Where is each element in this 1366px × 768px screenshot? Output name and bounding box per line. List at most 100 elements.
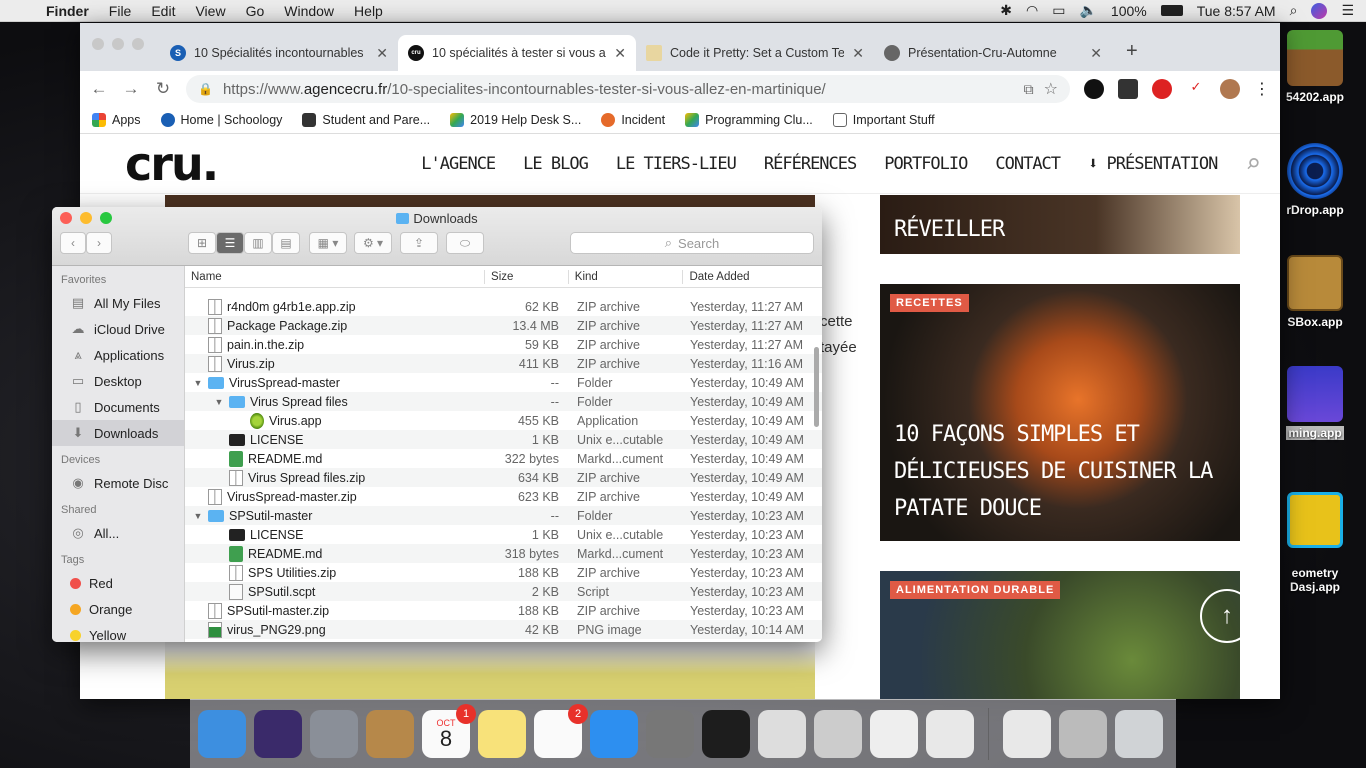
sidebar-item-icloud-drive[interactable]: ☁ iCloud Drive bbox=[52, 316, 184, 342]
cover-flow-button[interactable]: ▤ bbox=[272, 232, 300, 254]
bookmark-student-parent[interactable]: Student and Pare... bbox=[302, 113, 430, 127]
file-row[interactable]: SPS Utilities.zip 188 KB ZIP archive Yester… bbox=[185, 563, 822, 582]
file-row[interactable]: LICENSE 1 KB Unix e...cutable Yesterday, 10… bbox=[185, 430, 822, 449]
tags-button[interactable]: ⬭ bbox=[446, 232, 484, 254]
sidebar-item-shared-all[interactable]: ◎ All... bbox=[52, 520, 184, 546]
menu-help[interactable]: Help bbox=[344, 3, 393, 19]
site-logo[interactable]: cru. bbox=[125, 137, 219, 191]
script-editor-icon[interactable] bbox=[758, 710, 806, 758]
textedit-icon[interactable] bbox=[870, 710, 918, 758]
zoom-window-button[interactable] bbox=[132, 38, 144, 50]
volume-icon[interactable]: 🔈 bbox=[1079, 2, 1096, 19]
launchpad-icon[interactable] bbox=[310, 710, 358, 758]
bookmark-programming[interactable]: Programming Clu... bbox=[685, 113, 813, 127]
reminders-icon[interactable]: 2 bbox=[534, 704, 588, 758]
instruments-icon[interactable] bbox=[814, 710, 862, 758]
scroll-to-top-button[interactable]: ↑ bbox=[1200, 589, 1254, 643]
browser-tab[interactable]: Code it Pretty: Set a Custom Te ✕ bbox=[636, 35, 874, 71]
notes-icon[interactable] bbox=[478, 710, 526, 758]
disclosure-triangle-icon[interactable]: ▼ bbox=[193, 378, 203, 388]
airplay-icon[interactable]: ▭ bbox=[1052, 2, 1065, 19]
battery-percent[interactable]: 100% bbox=[1111, 3, 1147, 19]
icon-view-button[interactable]: ⊞ bbox=[188, 232, 216, 254]
arrange-button[interactable]: ▦ ▾ bbox=[309, 232, 347, 254]
file-row[interactable]: virus_PNG29.png 42 KB PNG image Yesterday, … bbox=[185, 620, 822, 639]
minimize-window-button[interactable] bbox=[112, 38, 124, 50]
sidebar-item-all-my-files[interactable]: ▤ All My Files bbox=[52, 290, 184, 316]
nav-portfolio[interactable]: PORTFOLIO bbox=[884, 154, 968, 174]
file-row[interactable]: ▼ SPSutil-master -- Folder Yesterday, 10:23 … bbox=[185, 506, 822, 525]
extension-icon[interactable] bbox=[1084, 79, 1104, 99]
category-badge[interactable]: ALIMENTATION DURABLE bbox=[890, 581, 1061, 599]
tab-close-icon[interactable]: ✕ bbox=[376, 45, 388, 62]
siri-icon[interactable] bbox=[254, 710, 302, 758]
bookmark-star-icon[interactable]: ☆ bbox=[1044, 79, 1058, 99]
sidebar-item-documents[interactable]: ▯ Documents bbox=[52, 394, 184, 420]
extension-check-icon[interactable]: ✓ bbox=[1186, 79, 1206, 99]
column-view-button[interactable]: ▥ bbox=[244, 232, 272, 254]
bookmark-schoology[interactable]: Home | Schoology bbox=[160, 113, 282, 127]
terminal-icon[interactable] bbox=[702, 710, 750, 758]
nav-agence[interactable]: L'AGENCE bbox=[421, 154, 496, 174]
file-row[interactable]: README.md 322 bytes Markd...cument Yesterda… bbox=[185, 449, 822, 468]
wifi-icon[interactable]: ◠ bbox=[1026, 2, 1038, 19]
profile-avatar[interactable] bbox=[1220, 79, 1240, 99]
sidebar-item-applications[interactable]: ⩓ Applications bbox=[52, 342, 184, 368]
file-row[interactable]: VirusSpread-master.zip 623 KB ZIP archive Y… bbox=[185, 487, 822, 506]
menu-file[interactable]: File bbox=[99, 3, 142, 19]
column-header-kind[interactable]: Kind bbox=[567, 269, 683, 284]
tab-close-icon[interactable]: ✕ bbox=[852, 45, 864, 62]
file-row[interactable]: SPSutil-master.zip 188 KB ZIP archive Yeste… bbox=[185, 601, 822, 620]
forward-icon[interactable]: → bbox=[122, 79, 140, 99]
nav-blog[interactable]: LE BLOG bbox=[523, 154, 589, 174]
forward-button[interactable]: › bbox=[86, 232, 112, 254]
notification-center-icon[interactable]: ☰ bbox=[1341, 2, 1354, 19]
file-row[interactable]: Virus Spread files.zip 634 KB ZIP archive Y… bbox=[185, 468, 822, 487]
new-tab-button[interactable]: + bbox=[1112, 40, 1138, 71]
search-field[interactable]: ⌕ Search bbox=[570, 232, 814, 254]
file-row[interactable]: r4nd0m g4rb1e.app.zip 62 KB ZIP archive Yes… bbox=[185, 297, 822, 316]
desktop-icon-minecraft[interactable]: 54202.app bbox=[1275, 30, 1355, 104]
file-row[interactable]: LICENSE 1 KB Unix e...cutable Yesterday, 10… bbox=[185, 525, 822, 544]
disclosure-triangle-icon[interactable]: ▼ bbox=[214, 397, 224, 407]
column-header-date-added[interactable]: Date Added bbox=[682, 269, 822, 284]
share-button[interactable]: ⇪ bbox=[400, 232, 438, 254]
column-header-name[interactable]: Name bbox=[185, 270, 484, 284]
file-row[interactable]: ▼ VirusSpread-master -- Folder Yesterday, 10… bbox=[185, 373, 822, 392]
sidebar-tag-orange[interactable]: Orange bbox=[52, 596, 184, 622]
siri-menu-icon[interactable] bbox=[1311, 2, 1328, 19]
nav-references[interactable]: RÉFÉRENCES bbox=[764, 154, 857, 174]
file-row[interactable]: Virus.app 455 KB Application Yesterday, 10:… bbox=[185, 411, 822, 430]
browser-tab-active[interactable]: cru 10 spécialités à tester si vous a ✕ bbox=[398, 35, 636, 71]
bookmark-incident[interactable]: Incident bbox=[601, 113, 665, 127]
extension-icon[interactable] bbox=[1118, 79, 1138, 99]
contacts-icon[interactable] bbox=[366, 710, 414, 758]
reload-icon[interactable]: ↻ bbox=[154, 79, 172, 99]
bookmark-help-desk[interactable]: 2019 Help Desk S... bbox=[450, 113, 581, 127]
unknown-volume-icon[interactable] bbox=[1059, 710, 1107, 758]
article-card[interactable]: RECETTES 10 FAÇONS SIMPLES ET DÉLICIEUSE… bbox=[880, 284, 1240, 541]
menu-go[interactable]: Go bbox=[236, 3, 275, 19]
article-card[interactable]: ALIMENTATION DURABLE bbox=[880, 571, 1240, 699]
sidebar-item-remote-disc[interactable]: ◉ Remote Disc bbox=[52, 470, 184, 496]
file-row[interactable]: SPSutil.scpt 2 KB Script Yesterday, 10:23 A… bbox=[185, 582, 822, 601]
menu-window[interactable]: Window bbox=[274, 3, 344, 19]
article-card[interactable]: RÉVEILLER bbox=[880, 195, 1240, 254]
bookmark-folder-important[interactable]: Important Stuff bbox=[832, 113, 935, 127]
file-row[interactable]: pain.in.the.zip 59 KB ZIP archive Yesterday… bbox=[185, 335, 822, 354]
chrome-menu-icon[interactable]: ⋮ bbox=[1254, 79, 1270, 99]
nav-contact[interactable]: CONTACT bbox=[995, 154, 1061, 174]
finder-icon[interactable] bbox=[198, 710, 246, 758]
column-header-size[interactable]: Size bbox=[484, 269, 568, 284]
file-row[interactable]: Virus.zip 411 KB ZIP archive Yesterday, 11:… bbox=[185, 354, 822, 373]
list-view-button[interactable]: ☰ bbox=[216, 232, 244, 254]
tab-close-icon[interactable]: ✕ bbox=[614, 45, 626, 62]
browser-tab[interactable]: Présentation-Cru-Automne ✕ bbox=[874, 35, 1112, 71]
translate-icon[interactable]: ⧉ bbox=[1024, 81, 1034, 98]
zip-file-icon[interactable] bbox=[1003, 710, 1051, 758]
menu-edit[interactable]: Edit bbox=[141, 3, 185, 19]
app-store-icon[interactable] bbox=[590, 710, 638, 758]
sidebar-tag-yellow[interactable]: Yellow bbox=[52, 622, 184, 642]
tab-close-icon[interactable]: ✕ bbox=[1090, 45, 1102, 62]
action-gear-button[interactable]: ⚙ ▾ bbox=[354, 232, 392, 254]
